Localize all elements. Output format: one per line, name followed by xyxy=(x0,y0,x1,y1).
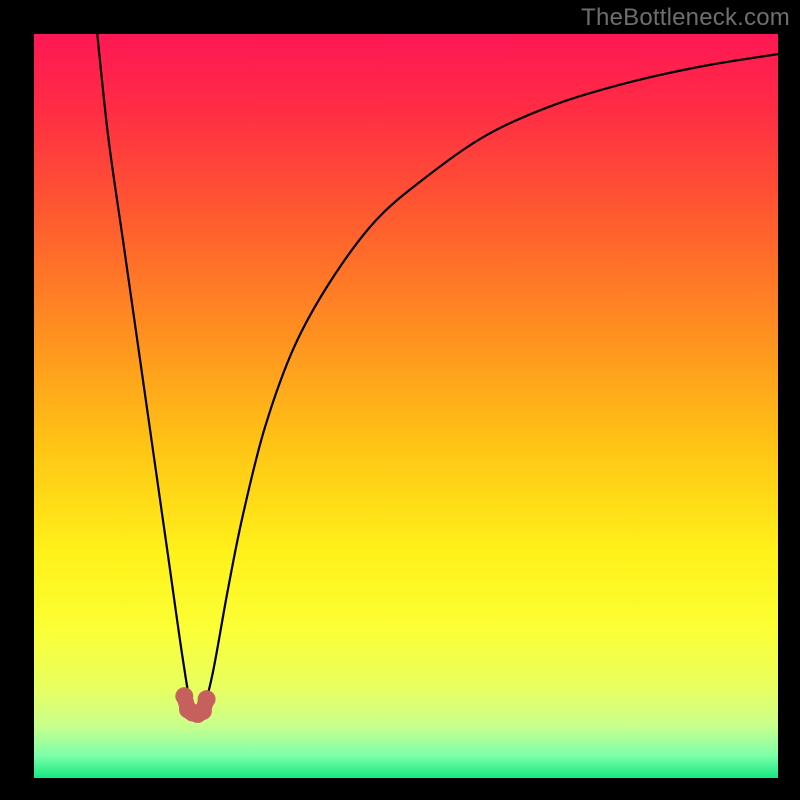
plot-area xyxy=(34,34,778,778)
bottleneck-chart xyxy=(34,34,778,778)
watermark-text: TheBottleneck.com xyxy=(581,4,790,32)
chart-frame: TheBottleneck.com xyxy=(0,0,800,800)
